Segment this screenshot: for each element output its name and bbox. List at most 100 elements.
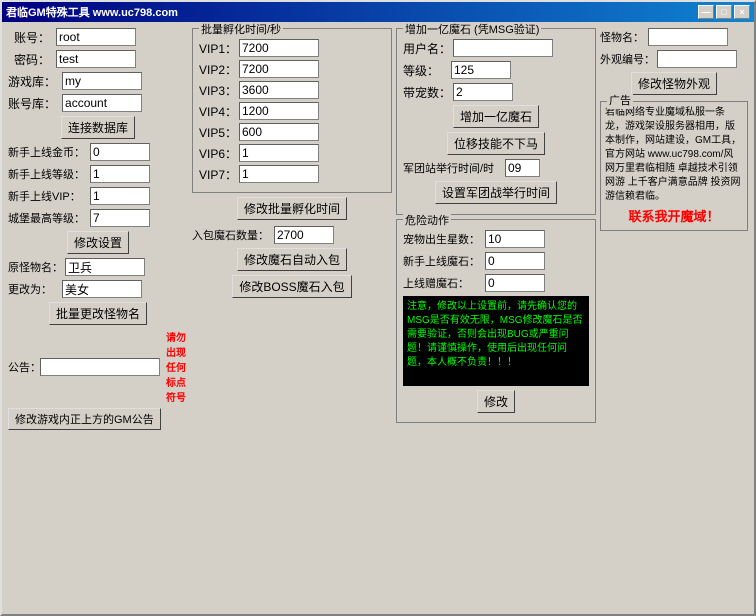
maximize-button[interactable]: □ bbox=[716, 5, 732, 19]
ad-group: 广告 君临网络专业魔域私服一条龙，游戏架设服务器相用，版本制作，网站建设，GM工… bbox=[600, 101, 748, 231]
monster-name-input[interactable] bbox=[648, 28, 728, 46]
accountdb-row: 账号库： bbox=[8, 94, 188, 112]
army-time-input[interactable] bbox=[505, 159, 540, 177]
level-row: 等级： bbox=[403, 61, 589, 79]
monster-name-row: 怪物名： bbox=[600, 28, 748, 46]
vip2-input[interactable] bbox=[239, 60, 319, 78]
newbie-vip-row: 新手上线VIP： bbox=[8, 187, 188, 205]
add-magic-group: 增加一亿魔石 (凭MSG验证) 用户名： 等级： 带宠数： 增加一亿魔石 bbox=[396, 28, 596, 215]
max-city-label: 城堡最高等级： bbox=[8, 210, 88, 226]
username-input[interactable] bbox=[453, 39, 553, 57]
account-label: 账号： bbox=[8, 29, 50, 46]
ad-title: 广告 bbox=[607, 94, 633, 109]
newbie-gold-label: 新手上线金币： bbox=[8, 144, 88, 160]
change-to-label: 更改为： bbox=[8, 281, 60, 297]
warning-text: 注意，修改以上设置前，请先确认您的MSG是否有效无限，MSG修改魔石是否需要验证… bbox=[407, 301, 583, 368]
title-bar: 君临GM特殊工具 www.uc798.com — □ × bbox=[2, 2, 754, 22]
online-gift-row: 上线赠魔石： bbox=[403, 274, 589, 292]
vip4-input[interactable] bbox=[239, 102, 319, 120]
army-time-label: 军团站举行时间/时 bbox=[403, 160, 503, 176]
max-city-input[interactable] bbox=[90, 209, 150, 227]
monster-name-label: 怪物名： bbox=[600, 29, 646, 45]
gamedb-input[interactable] bbox=[62, 72, 142, 90]
vip4-row: VIP4： bbox=[199, 102, 385, 120]
batch-hatch-group: 批量孵化时间/秒 VIP1： VIP2： VIP3： VIP4： bbox=[192, 28, 392, 193]
pet-num-row: 带宠数： bbox=[403, 83, 589, 101]
skill-move-button[interactable]: 位移技能不下马 bbox=[447, 132, 545, 155]
vip2-label: VIP2： bbox=[199, 61, 239, 78]
pet-star-row: 宠物出生星数： bbox=[403, 230, 589, 248]
auto-pack-label: 入包魔石数量： bbox=[192, 227, 272, 243]
newbie-level-input[interactable] bbox=[90, 165, 150, 183]
password-input[interactable] bbox=[56, 50, 136, 68]
ad-link[interactable]: 联系我开魔域！ bbox=[605, 208, 743, 226]
vip1-input[interactable] bbox=[239, 39, 319, 57]
level-input[interactable] bbox=[451, 61, 511, 79]
vip7-label: VIP7： bbox=[199, 166, 239, 183]
original-monster-row: 原怪物名： bbox=[8, 258, 188, 276]
pet-num-input[interactable] bbox=[453, 83, 513, 101]
modify-auto-pack-button[interactable]: 修改魔石自动入包 bbox=[237, 248, 347, 271]
account-input[interactable] bbox=[56, 28, 136, 46]
window-title: 君临GM特殊工具 www.uc798.com bbox=[6, 4, 698, 20]
column-1: 账号： 密码： 游戏库： 账号库： 连接数据库 新手上线金币： bbox=[8, 28, 188, 608]
vip5-input[interactable] bbox=[239, 123, 319, 141]
newbie-level-label: 新手上线等级： bbox=[8, 166, 88, 182]
main-window: 君临GM特殊工具 www.uc798.com — □ × 账号： 密码： 游戏库… bbox=[0, 0, 756, 616]
window-controls: — □ × bbox=[698, 5, 750, 19]
vip7-input[interactable] bbox=[239, 165, 319, 183]
pet-star-input[interactable] bbox=[485, 230, 545, 248]
vip7-row: VIP7： bbox=[199, 165, 385, 183]
vip3-label: VIP3： bbox=[199, 82, 239, 99]
username-label: 用户名： bbox=[403, 40, 451, 57]
gamedb-label: 游戏库： bbox=[8, 73, 56, 90]
batch-hatch-title: 批量孵化时间/秒 bbox=[199, 22, 283, 37]
appearance-input[interactable] bbox=[657, 50, 737, 68]
army-time-row: 军团站举行时间/时 bbox=[403, 159, 589, 177]
change-to-input[interactable] bbox=[62, 280, 142, 298]
army-time-button[interactable]: 设置军团战举行时间 bbox=[435, 181, 557, 204]
add-magic-title: 增加一亿魔石 (凭MSG验证) bbox=[403, 22, 541, 37]
vip1-label: VIP1： bbox=[199, 40, 239, 57]
batch-change-button[interactable]: 批量更改怪物名 bbox=[49, 302, 147, 325]
auto-pack-input[interactable] bbox=[274, 226, 334, 244]
vip6-row: VIP6： bbox=[199, 144, 385, 162]
accountdb-label: 账号库： bbox=[8, 95, 56, 112]
pet-star-label: 宠物出生星数： bbox=[403, 231, 483, 247]
vip3-row: VIP3： bbox=[199, 81, 385, 99]
close-button[interactable]: × bbox=[734, 5, 750, 19]
newbie-gold-input[interactable] bbox=[90, 143, 150, 161]
warning-box: 注意，修改以上设置前，请先确认您的MSG是否有效无限，MSG修改魔石是否需要验证… bbox=[403, 296, 589, 386]
vip3-input[interactable] bbox=[239, 81, 319, 99]
appearance-row: 外观编号： bbox=[600, 50, 748, 68]
modify-danger-button[interactable]: 修改 bbox=[477, 390, 515, 413]
newline-magic-input[interactable] bbox=[485, 252, 545, 270]
modify-appearance-button[interactable]: 修改怪物外观 bbox=[631, 72, 717, 95]
gamedb-row: 游戏库： bbox=[8, 72, 188, 90]
pet-num-label: 带宠数： bbox=[403, 84, 451, 101]
modify-boss-pack-button[interactable]: 修改BOSS魔石入包 bbox=[232, 275, 351, 298]
modify-hatch-button[interactable]: 修改批量孵化时间 bbox=[237, 197, 347, 220]
vip2-row: VIP2： bbox=[199, 60, 385, 78]
vip6-input[interactable] bbox=[239, 144, 319, 162]
username-row: 用户名： bbox=[403, 39, 589, 57]
newbie-level-row: 新手上线等级： bbox=[8, 165, 188, 183]
auto-pack-row: 入包魔石数量： bbox=[192, 226, 392, 244]
column-3: 增加一亿魔石 (凭MSG验证) 用户名： 等级： 带宠数： 增加一亿魔石 bbox=[396, 28, 596, 608]
accountdb-input[interactable] bbox=[62, 94, 142, 112]
change-to-row: 更改为： bbox=[8, 280, 188, 298]
level-label: 等级： bbox=[403, 62, 449, 79]
danger-group: 危险动作 宠物出生星数： 新手上线魔石： 上线赠魔石： 注意，修改以上设置前，请… bbox=[396, 219, 596, 423]
column-2: 批量孵化时间/秒 VIP1： VIP2： VIP3： VIP4： bbox=[192, 28, 392, 608]
modify-setting-button[interactable]: 修改设置 bbox=[67, 231, 129, 254]
connect-db-button[interactable]: 连接数据库 bbox=[61, 116, 135, 139]
add-magic-button[interactable]: 增加一亿魔石 bbox=[453, 105, 539, 128]
vip5-label: VIP5： bbox=[199, 124, 239, 141]
newbie-vip-input[interactable] bbox=[90, 187, 150, 205]
announcement-hint: 请勿出现任何标点符号 bbox=[164, 329, 188, 404]
original-monster-input[interactable] bbox=[65, 258, 145, 276]
announcement-input[interactable] bbox=[40, 358, 160, 376]
online-gift-input[interactable] bbox=[485, 274, 545, 292]
modify-announcement-button[interactable]: 修改游戏内正上方的GM公告 bbox=[8, 408, 161, 430]
minimize-button[interactable]: — bbox=[698, 5, 714, 19]
